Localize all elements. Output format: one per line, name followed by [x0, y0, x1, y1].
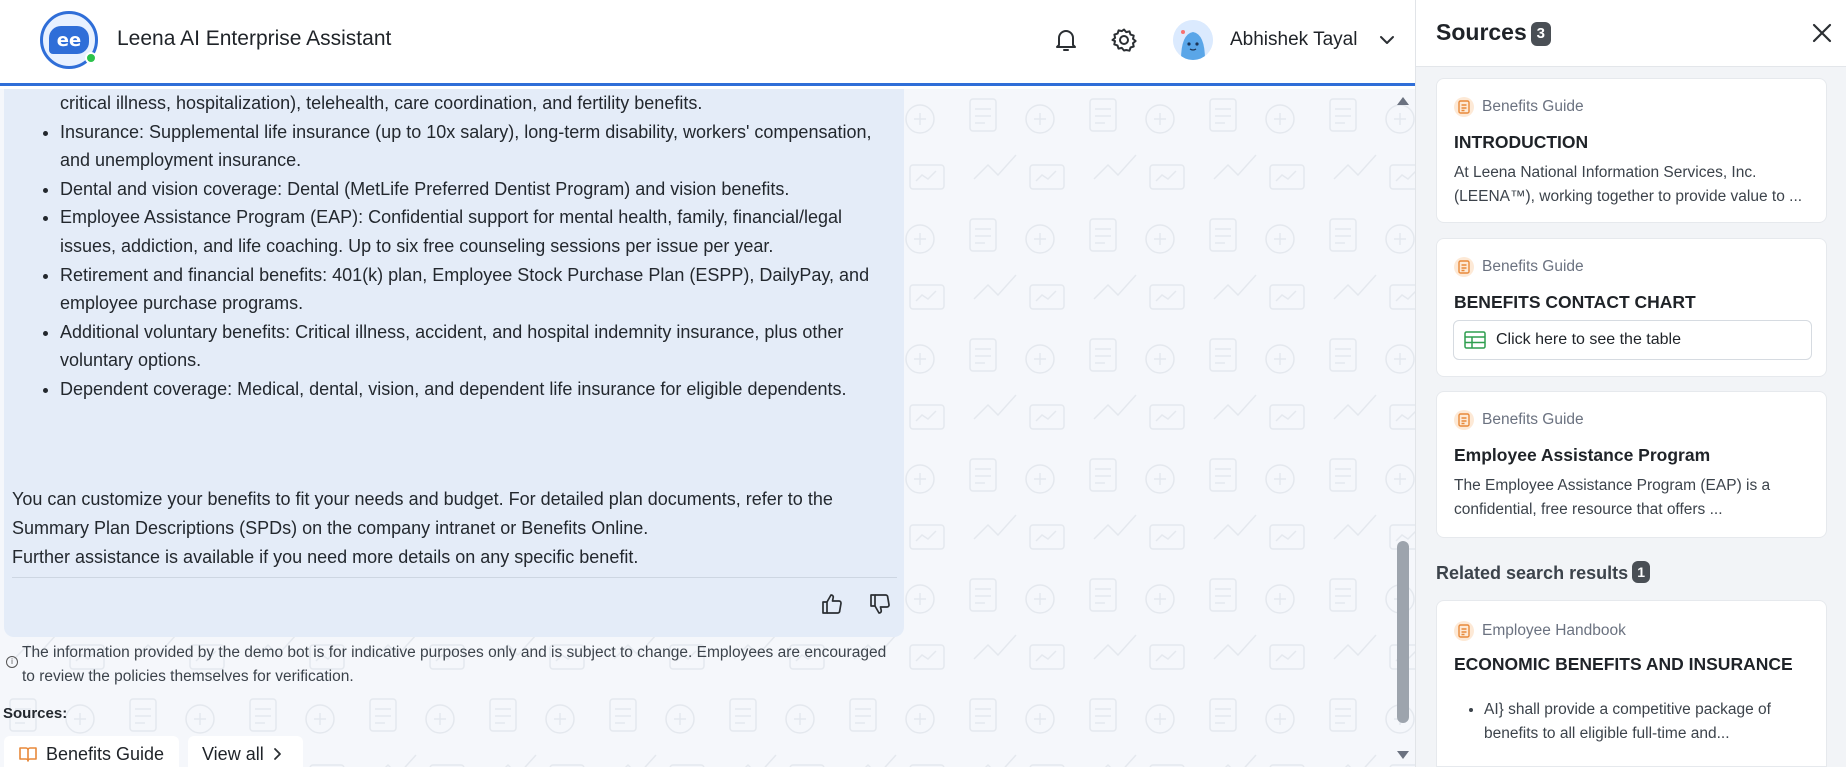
table-icon [1464, 331, 1486, 349]
list-item: Retirement and financial benefits: 401(k… [60, 261, 890, 318]
source-kind-label: Benefits Guide [1482, 411, 1584, 428]
view-all-button[interactable]: View all [188, 736, 303, 767]
user-name[interactable]: Abhishek Tayal [1230, 29, 1357, 51]
list-item: Dental and vision coverage: Dental (MetL… [60, 175, 890, 204]
bot-message-bubble: critical illness, hospitalization), tele… [4, 89, 904, 637]
source-card[interactable]: Benefits Guide INTRODUCTION At Leena Nat… [1436, 78, 1827, 223]
source-chip-label: Benefits Guide [46, 743, 165, 764]
message-paragraph: Further assistance is available if you n… [12, 547, 639, 567]
divider [12, 577, 897, 578]
source-kind-label: Benefits Guide [1482, 258, 1584, 275]
disclaimer-text: The information provided by the demo bot… [22, 644, 887, 685]
scroll-up-arrow-icon[interactable] [1394, 94, 1412, 108]
thumbs-up-icon[interactable] [817, 589, 847, 619]
online-status-dot [85, 52, 97, 64]
gear-icon[interactable] [1108, 24, 1140, 56]
source-card-desc: The Employee Assistance Program (EAP) is… [1454, 477, 1771, 518]
list-item: Dependent coverage: Medical, dental, vis… [60, 375, 890, 404]
message-paragraph: You can customize your benefits to fit y… [12, 489, 833, 538]
source-kind: Benefits Guide [1454, 257, 1584, 277]
related-card-list: AI} shall provide a competitive package … [1484, 698, 1814, 746]
source-kind: Employee Handbook [1454, 621, 1626, 641]
sources-count-badge: 3 [1530, 22, 1551, 46]
document-icon [1454, 410, 1474, 430]
sources-title-text: Sources [1436, 19, 1527, 45]
source-card[interactable]: Benefits Guide Employee Assistance Progr… [1436, 391, 1827, 538]
list-item: AI} shall provide a competitive package … [1484, 698, 1814, 746]
source-card-title: INTRODUCTION [1454, 132, 1589, 152]
chevron-down-icon[interactable] [1377, 28, 1397, 57]
thumbs-down-icon[interactable] [865, 589, 895, 619]
sources-panel: Sources 3 Benefits Guide INTRODUCTION At … [1415, 0, 1846, 767]
source-card[interactable]: Benefits Guide BENEFITS CONTACT CHART Cl… [1436, 238, 1827, 377]
source-card-title: BENEFITS CONTACT CHART [1454, 292, 1696, 312]
chat-scrollbar[interactable] [1394, 89, 1412, 767]
related-results-heading: Related search results 1 [1436, 561, 1651, 584]
book-icon [18, 745, 38, 763]
view-all-label: View all [202, 743, 264, 764]
sources-panel-header: Sources 3 [1416, 0, 1846, 67]
source-card-title: ECONOMIC BENEFITS AND INSURANCE [1454, 654, 1793, 674]
info-icon: i [6, 656, 18, 668]
close-icon[interactable] [1809, 20, 1835, 46]
source-card-title: Employee Assistance Program [1454, 445, 1711, 465]
document-icon [1454, 621, 1474, 641]
scrollbar-thumb[interactable] [1397, 541, 1409, 723]
see-table-label: Click here to see the table [1496, 331, 1681, 348]
list-item: Insurance: Supplemental life insurance (… [60, 118, 890, 175]
avatar[interactable] [1173, 20, 1213, 60]
document-icon [1454, 97, 1474, 117]
app-title: Leena AI Enterprise Assistant [117, 27, 392, 50]
list-item: critical illness, hospitalization), tele… [60, 93, 703, 113]
list-item: Employee Assistance Program (EAP): Confi… [60, 203, 890, 260]
source-kind: Benefits Guide [1454, 97, 1584, 117]
sources-label: Sources: [3, 705, 68, 722]
list-item: Additional voluntary benefits: Critical … [60, 318, 890, 375]
chevron-right-icon [272, 747, 282, 761]
source-kind-label: Benefits Guide [1482, 98, 1584, 115]
source-chip[interactable]: Benefits Guide [4, 736, 179, 767]
chat-area: critical illness, hospitalization), tele… [0, 89, 1415, 767]
see-table-button[interactable]: Click here to see the table [1453, 320, 1812, 360]
related-count-badge: 1 [1632, 561, 1651, 583]
sources-panel-title: Sources 3 [1436, 19, 1551, 46]
source-kind-label: Employee Handbook [1482, 622, 1626, 639]
top-header: ee Leena AI Enterprise Assistant Abhishe… [0, 0, 1415, 86]
document-icon [1454, 257, 1474, 277]
related-results-label: Related search results [1436, 563, 1629, 583]
source-card-desc: At Leena National Information Services, … [1454, 164, 1803, 205]
scroll-down-arrow-icon[interactable] [1394, 748, 1412, 762]
bell-icon[interactable] [1050, 24, 1082, 56]
source-kind: Benefits Guide [1454, 410, 1584, 430]
leena-logo-icon: ee [40, 11, 98, 69]
related-result-card[interactable]: Employee Handbook ECONOMIC BENEFITS AND … [1436, 600, 1827, 767]
benefits-list: critical illness, hospitalization), tele… [60, 89, 890, 404]
